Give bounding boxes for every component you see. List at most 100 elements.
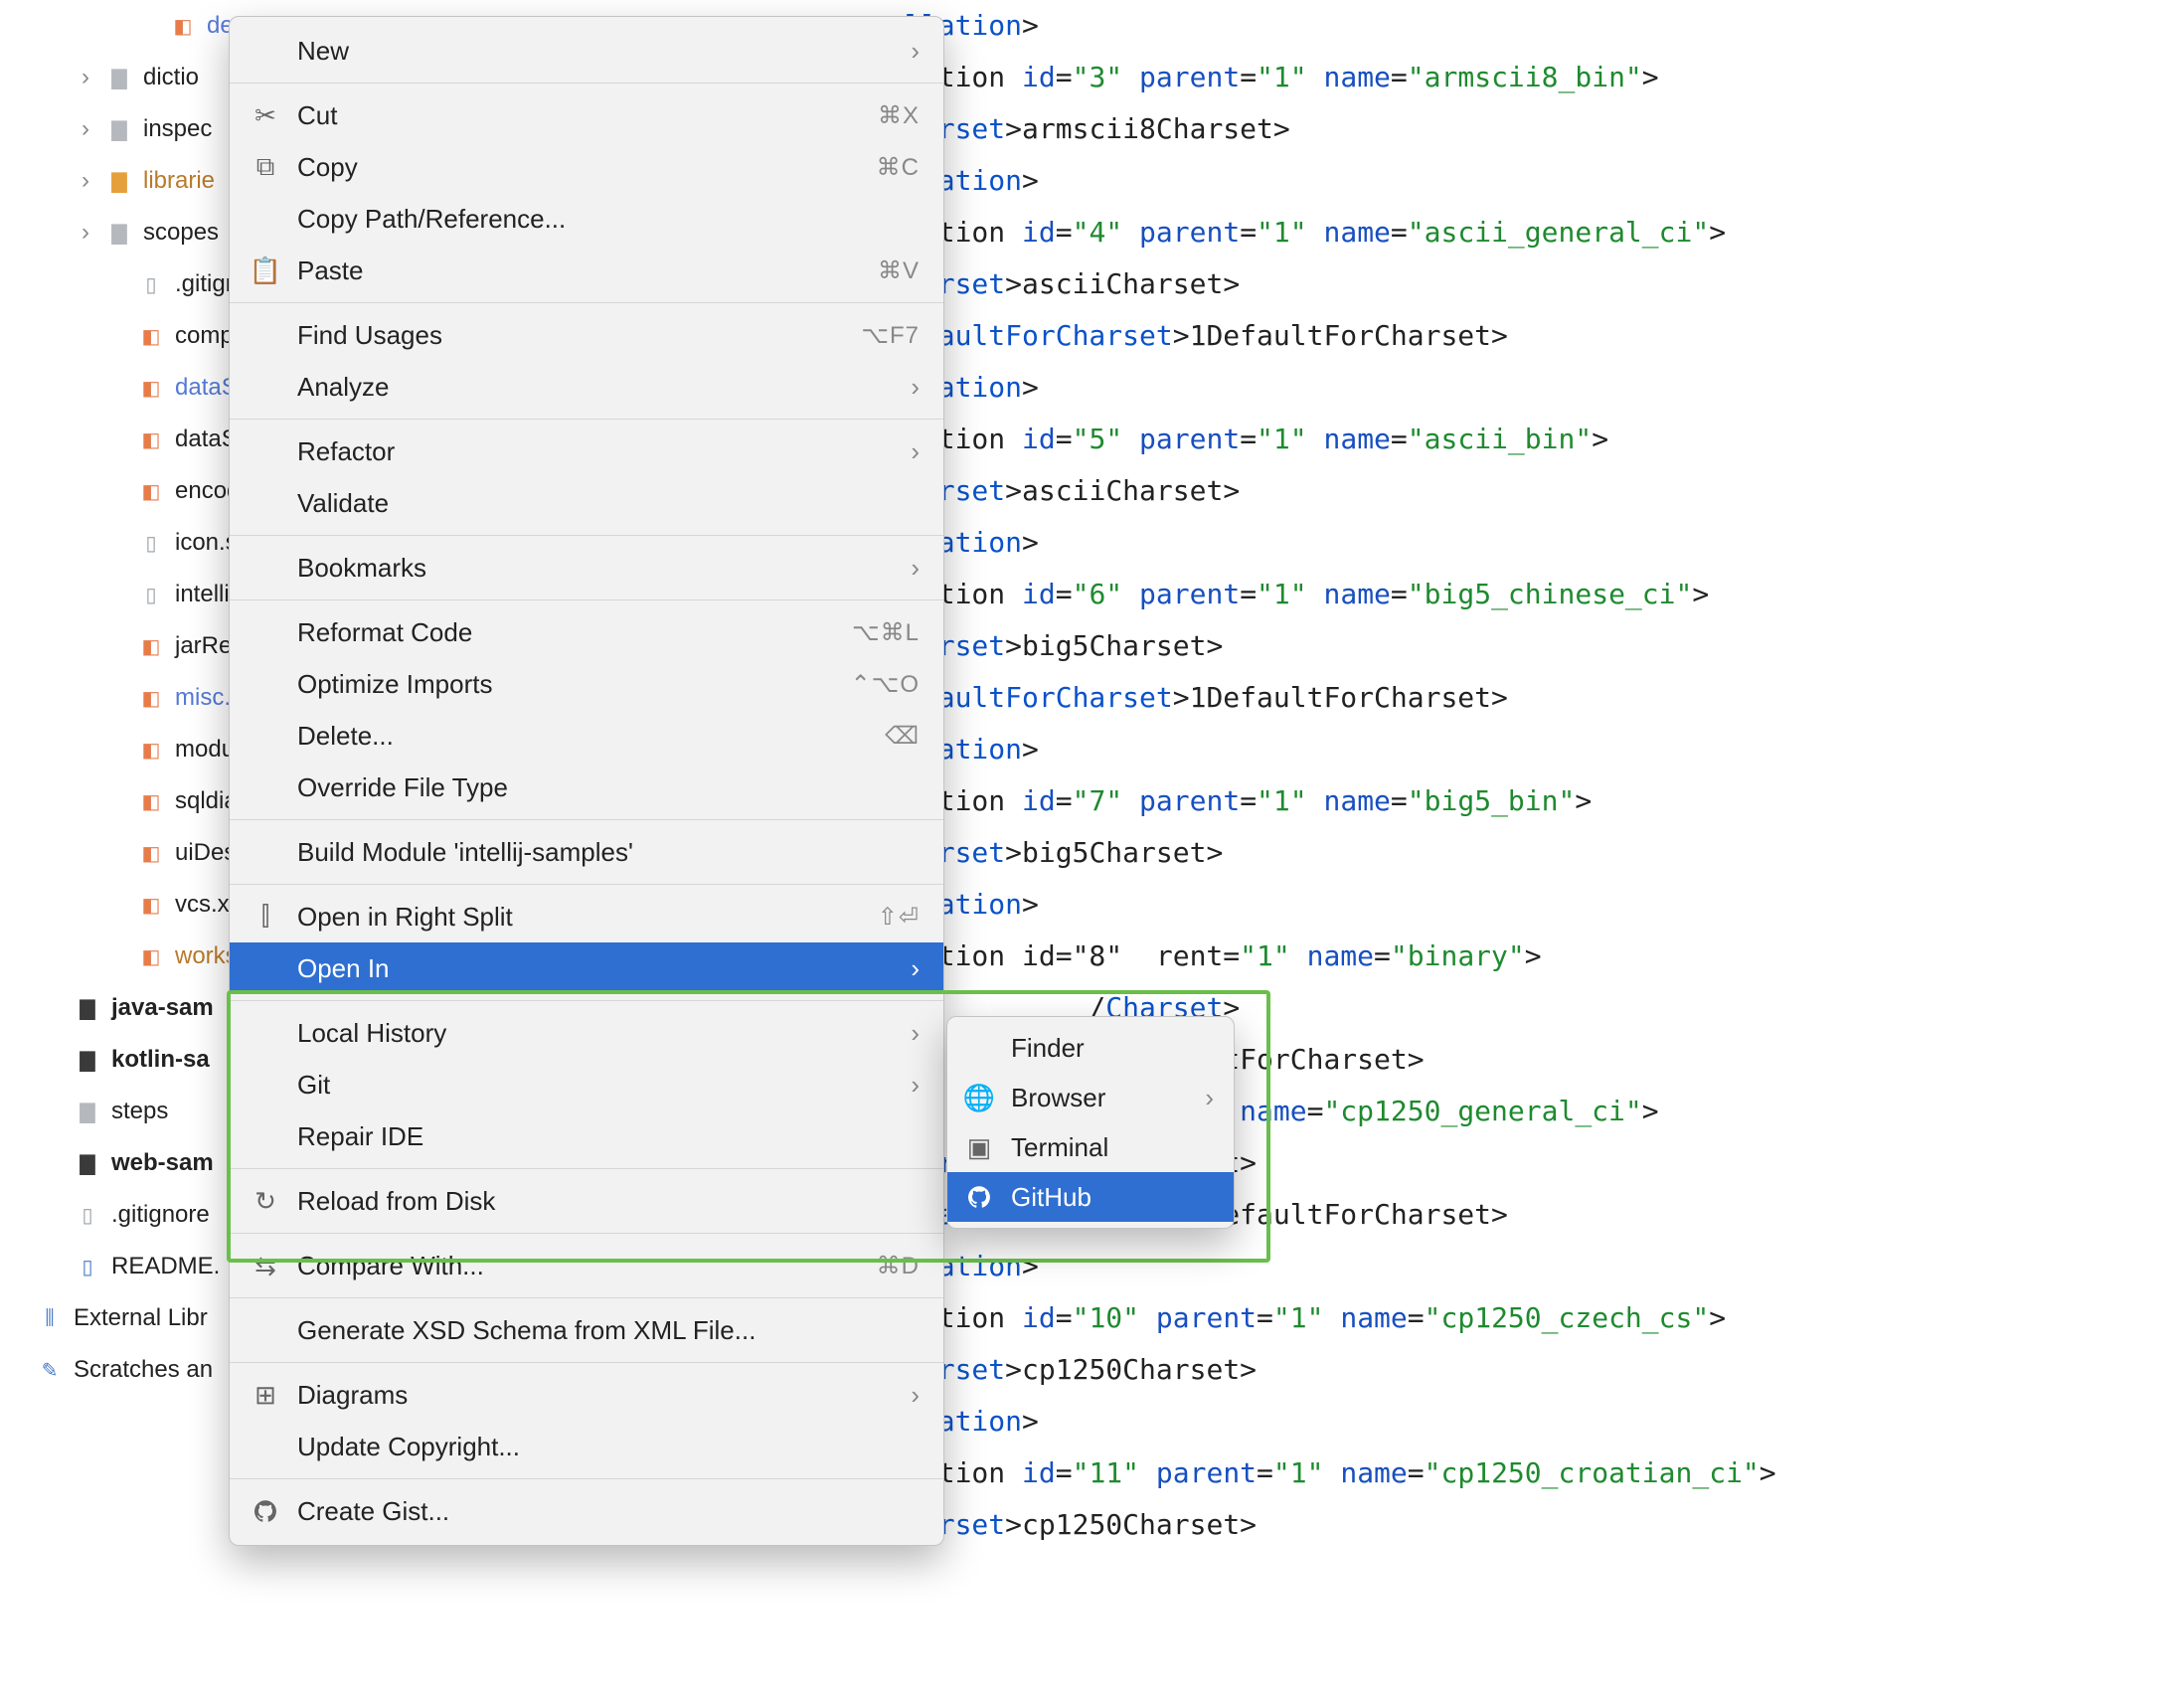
tree-row[interactable]: ◧dataSo (0, 414, 258, 465)
menu-label: Bookmarks (297, 553, 893, 584)
menu-item-git[interactable]: Git› (230, 1059, 943, 1110)
tree-row[interactable]: ◧uiDesi (0, 827, 258, 879)
tree-row[interactable]: ◧sqldial (0, 775, 258, 827)
tree-row[interactable]: ▇steps (0, 1086, 258, 1137)
tree-row[interactable]: ▇web-sam (0, 1137, 258, 1189)
menu-item-refactor[interactable]: Refactor› (230, 426, 943, 477)
menu-label: Validate (297, 488, 920, 519)
tree-row[interactable]: ⫼External Libr (0, 1292, 258, 1344)
menu-label: Find Usages (297, 320, 843, 351)
menu-item-open-in[interactable]: Open In› (230, 942, 943, 994)
menu-shortcut: ⌃⌥O (851, 670, 920, 699)
menu-item-update-copyright[interactable]: Update Copyright... (230, 1421, 943, 1472)
file-icon: ▯ (137, 529, 165, 557)
folder-icon: ▇ (105, 115, 133, 143)
menu-item-build-module-intellij-samples[interactable]: Build Module 'intellij-samples' (230, 826, 943, 878)
menu-item-analyze[interactable]: Analyze› (230, 361, 943, 413)
menu-item-copy-path-reference[interactable]: Copy Path/Reference... (230, 193, 943, 245)
menu-item-optimize-imports[interactable]: Optimize Imports⌃⌥O (230, 658, 943, 710)
tree-row[interactable]: ◧dataSo (0, 362, 258, 414)
menu-item-paste[interactable]: 📋Paste⌘V (230, 245, 943, 296)
library-icon: ⫼ (36, 1304, 64, 1332)
submenu-item-finder[interactable]: Finder (947, 1023, 1234, 1073)
submenu-item-browser[interactable]: 🌐Browser› (947, 1073, 1234, 1122)
tree-label: scopes (143, 219, 219, 247)
submenu-icon: 🌐 (965, 1083, 993, 1113)
submenu-item-github[interactable]: GitHub (947, 1172, 1234, 1222)
menu-label: Open in Right Split (297, 902, 860, 933)
tree-row[interactable]: ▯README. (0, 1241, 258, 1292)
tree-label: Scratches an (74, 1356, 213, 1384)
menu-item-diagrams[interactable]: ⊞Diagrams› (230, 1369, 943, 1421)
tree-row[interactable]: ▯intellij- (0, 569, 258, 620)
tree-row[interactable]: ◧module (0, 724, 258, 775)
code-line: harset>asciiCharset> (905, 465, 2184, 517)
tree-row[interactable]: ▯icon.sv (0, 517, 258, 569)
menu-icon: ⧉ (252, 151, 279, 183)
xml-file-icon: ◧ (137, 374, 165, 402)
menu-item-copy[interactable]: ⧉Copy⌘C (230, 141, 943, 193)
tree-row[interactable]: ▯.gitignore (0, 1189, 258, 1241)
submenu-item-terminal[interactable]: ▣Terminal (947, 1122, 1234, 1172)
xml-file-icon: ◧ (137, 322, 165, 350)
tree-row[interactable]: ▇ java-sam (0, 982, 258, 1034)
project-tree[interactable]: ◧de0›▇dictio›▇inspec›▇librarie›▇scopes▯.… (0, 0, 258, 1702)
menu-shortcut: ⌘D (877, 1252, 920, 1280)
submenu-arrow-icon: › (911, 372, 920, 403)
menu-item-delete[interactable]: Delete...⌫ (230, 710, 943, 762)
tree-row[interactable]: ◧encodi (0, 465, 258, 517)
code-line: llation> (905, 362, 2184, 414)
chevron-icon: › (76, 64, 95, 91)
menu-shortcut: ⌥F7 (861, 321, 920, 350)
tree-row[interactable]: ›▇dictio (0, 52, 258, 103)
tree-row[interactable]: ▯.gitigno (0, 258, 258, 310)
menu-item-create-gist[interactable]: Create Gist... (230, 1485, 943, 1537)
tree-row[interactable]: ✎Scratches an (0, 1344, 258, 1396)
tree-row[interactable]: ◧misc.x (0, 672, 258, 724)
markdown-file-icon: ▯ (74, 1253, 101, 1280)
menu-item-validate[interactable]: Validate (230, 477, 943, 529)
code-line: llation> (905, 1396, 2184, 1447)
menu-item-compare-with[interactable]: ⇆Compare With...⌘D (230, 1240, 943, 1291)
tree-row[interactable]: ›▇librarie (0, 155, 258, 207)
menu-item-generate-xsd-schema-from-xml-file[interactable]: Generate XSD Schema from XML File... (230, 1304, 943, 1356)
submenu-arrow-icon: › (911, 1070, 920, 1101)
tree-label: kotlin-sa (111, 1046, 210, 1074)
menu-icon: ✂ (252, 100, 279, 131)
menu-item-local-history[interactable]: Local History› (230, 1007, 943, 1059)
menu-item-cut[interactable]: ✂Cut⌘X (230, 89, 943, 141)
tree-row[interactable]: ◧jarRep (0, 620, 258, 672)
tree-row[interactable]: ◧de0 (0, 0, 258, 52)
code-line: lation id="7" parent="1" name="big5_bin"… (905, 775, 2184, 827)
tree-row[interactable]: ◧worksp (0, 931, 258, 982)
menu-item-bookmarks[interactable]: Bookmarks› (230, 542, 943, 594)
menu-item-override-file-type[interactable]: Override File Type (230, 762, 943, 813)
tree-label: java-sam (111, 994, 214, 1022)
xml-file-icon: ◧ (137, 477, 165, 505)
menu-label: Build Module 'intellij-samples' (297, 837, 920, 868)
tree-row[interactable]: ›▇inspec (0, 103, 258, 155)
tree-label: web-sam (111, 1149, 214, 1177)
menu-label: Override File Type (297, 772, 920, 803)
tree-row[interactable]: ◧compil (0, 310, 258, 362)
menu-label: Refactor (297, 436, 893, 467)
xml-file-icon: ◧ (137, 632, 165, 660)
code-line: llation> (905, 155, 2184, 207)
menu-item-find-usages[interactable]: Find Usages ⌥F7 (230, 309, 943, 361)
menu-item-repair-ide[interactable]: Repair IDE (230, 1110, 943, 1162)
tree-row[interactable]: ›▇scopes (0, 207, 258, 258)
menu-item-new[interactable]: New› (230, 25, 943, 77)
code-line: llation> (905, 517, 2184, 569)
menu-icon: ↻ (252, 1186, 279, 1217)
folder-icon: ▇ (74, 994, 101, 1022)
menu-item-open-in-right-split[interactable]: ⫿Open in Right Split⇧⏎ (230, 891, 943, 942)
menu-item-reload-from-disk[interactable]: ↻Reload from Disk (230, 1175, 943, 1227)
tree-row[interactable]: ▇kotlin-sa (0, 1034, 258, 1086)
xml-file-icon: ◧ (137, 426, 165, 453)
tree-row[interactable]: ◧vcs.xm (0, 879, 258, 931)
code-line: harset>armscii8Charset> (905, 103, 2184, 155)
menu-item-reformat-code[interactable]: Reformat Code⌥⌘L (230, 606, 943, 658)
menu-icon: ⊞ (252, 1380, 279, 1411)
xml-file-icon: ◧ (137, 736, 165, 764)
menu-shortcut: ⌘X (878, 101, 920, 130)
